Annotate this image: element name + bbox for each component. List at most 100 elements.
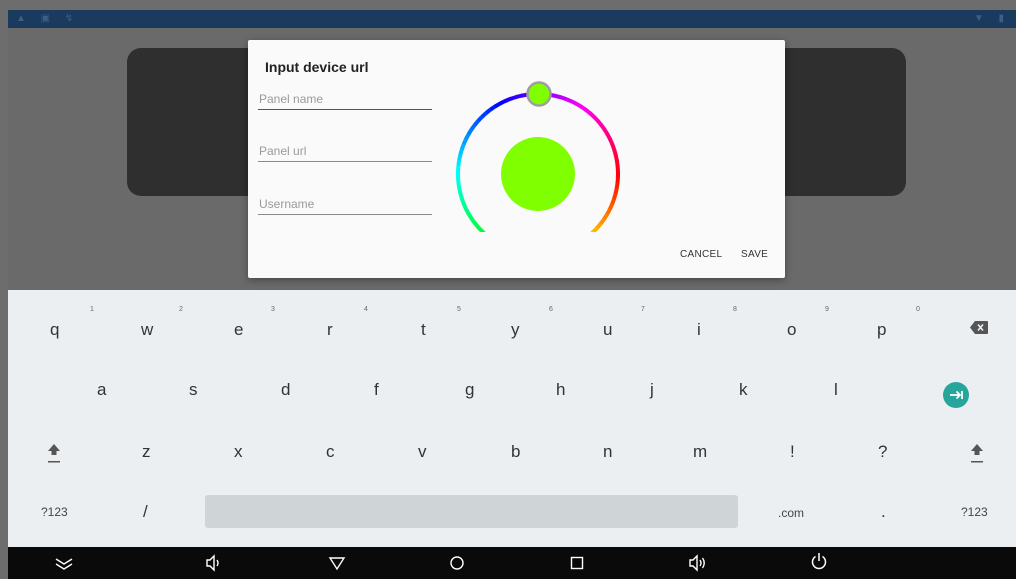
hue-ring-segment — [614, 159, 620, 167]
key-g[interactable]: g — [465, 380, 474, 400]
key-r[interactable]: 4r — [327, 306, 368, 340]
enter-key[interactable] — [943, 382, 969, 408]
username-field[interactable] — [258, 193, 432, 215]
hue-ring-segment — [456, 181, 462, 189]
panel-name-field[interactable] — [258, 88, 432, 110]
hue-ring-segment — [470, 122, 478, 131]
hue-ring-segment — [461, 137, 469, 145]
shift-left-icon[interactable] — [46, 441, 62, 465]
hue-ring-segment — [588, 111, 596, 119]
key-q[interactable]: 1q — [50, 306, 94, 340]
key-slash[interactable]: / — [143, 502, 148, 522]
power-icon[interactable] — [809, 551, 829, 571]
symbols-key-right[interactable]: ?123 — [961, 505, 988, 519]
key-hint: 5 — [457, 306, 461, 313]
recents-icon[interactable] — [567, 553, 587, 573]
key-p[interactable]: 0p — [877, 306, 920, 340]
key-h[interactable]: h — [556, 380, 565, 400]
key-t[interactable]: 5t — [421, 306, 461, 340]
hue-ring-segment — [602, 212, 610, 221]
key-w[interactable]: 2w — [141, 306, 183, 340]
hue-ring-segment — [569, 99, 578, 106]
key-i[interactable]: 8i — [697, 306, 737, 340]
key-z[interactable]: z — [142, 442, 151, 462]
key-e[interactable]: 3e — [234, 306, 275, 340]
key-l[interactable]: l — [834, 380, 838, 400]
hue-ring-segment — [466, 212, 474, 220]
cancel-button[interactable]: CANCEL — [680, 249, 722, 260]
volume-up-icon[interactable] — [688, 553, 708, 573]
volume-down-icon[interactable] — [204, 553, 224, 573]
key-v[interactable]: v — [418, 442, 427, 462]
key-y[interactable]: 6y — [511, 306, 553, 340]
hue-ring-segment — [457, 186, 463, 194]
hue-ring-segment — [591, 226, 599, 232]
key-label: i — [697, 320, 701, 339]
key-hint: 6 — [549, 306, 553, 313]
key-s[interactable]: s — [189, 380, 198, 400]
space-bar[interactable] — [205, 495, 738, 528]
key-o[interactable]: 9o — [787, 306, 829, 340]
panel-url-field[interactable] — [258, 140, 432, 162]
hue-ring-segment — [476, 225, 484, 232]
color-picker[interactable] — [446, 80, 638, 232]
dialog-title: Input device url — [265, 59, 369, 75]
save-button[interactable]: SAVE — [741, 249, 768, 260]
hue-ring-segment — [472, 221, 481, 229]
hue-ring-segment — [599, 123, 607, 132]
key-hint: 7 — [641, 306, 645, 313]
panel-url-input[interactable] — [258, 140, 432, 161]
navigation-bar — [8, 547, 1016, 579]
hue-ring-segment — [461, 202, 468, 210]
key-period[interactable]: . — [881, 502, 886, 522]
hue-ring-segment — [592, 115, 600, 123]
key-hint: 2 — [179, 306, 183, 313]
status-bar: ▲ ▣ ↯ ▼ ▮ — [8, 10, 1016, 28]
hue-ring-segment — [605, 208, 612, 216]
key-hint: 1 — [90, 306, 94, 313]
key-m[interactable]: m — [693, 442, 707, 462]
key-c[interactable]: c — [326, 442, 335, 462]
key-d[interactable]: d — [281, 380, 290, 400]
hue-ring-segment — [489, 104, 498, 111]
hue-ring-segment — [607, 203, 615, 211]
hue-ring-segment — [509, 94, 518, 101]
key-question[interactable]: ? — [878, 442, 887, 462]
username-input[interactable] — [258, 193, 432, 214]
key-hint: 3 — [271, 306, 275, 313]
key-f[interactable]: f — [374, 380, 379, 400]
hue-handle[interactable] — [526, 81, 552, 107]
hue-ring-segment — [466, 127, 474, 136]
key-dotcom[interactable]: .com — [778, 506, 804, 520]
hue-ring-segment — [464, 132, 471, 140]
hue-ring-segment — [608, 138, 615, 146]
key-x[interactable]: x — [234, 442, 243, 462]
key-hint: 8 — [733, 306, 737, 313]
back-icon[interactable] — [327, 553, 347, 573]
key-a[interactable]: a — [97, 380, 106, 400]
hue-ring-segment — [602, 128, 610, 136]
home-icon[interactable] — [447, 553, 467, 573]
input-device-url-dialog: Input device url CANCEL SAVE — [248, 40, 785, 278]
key-exclamation[interactable]: ! — [790, 442, 795, 462]
hue-ring-segment — [458, 192, 464, 200]
hue-ring-segment — [499, 98, 508, 106]
hue-ring-segment — [559, 95, 567, 101]
key-u[interactable]: 7u — [603, 306, 645, 340]
hue-ring-segment — [473, 118, 481, 126]
key-hint: 9 — [825, 306, 829, 313]
key-k[interactable]: k — [739, 380, 748, 400]
next-field-icon — [950, 390, 963, 400]
key-j[interactable]: j — [650, 380, 654, 400]
key-b[interactable]: b — [511, 442, 520, 462]
hue-ring-segment — [612, 148, 618, 156]
shift-right-icon[interactable] — [969, 441, 985, 465]
key-n[interactable]: n — [603, 442, 612, 462]
panel-name-input[interactable] — [258, 88, 432, 109]
hide-keyboard-icon[interactable] — [54, 553, 74, 573]
hue-ring-segment — [460, 142, 466, 150]
hue-ring-segment — [477, 114, 485, 122]
backspace-icon[interactable] — [970, 321, 988, 334]
key-hint: 0 — [916, 306, 920, 313]
symbols-key-left[interactable]: ?123 — [41, 505, 68, 519]
